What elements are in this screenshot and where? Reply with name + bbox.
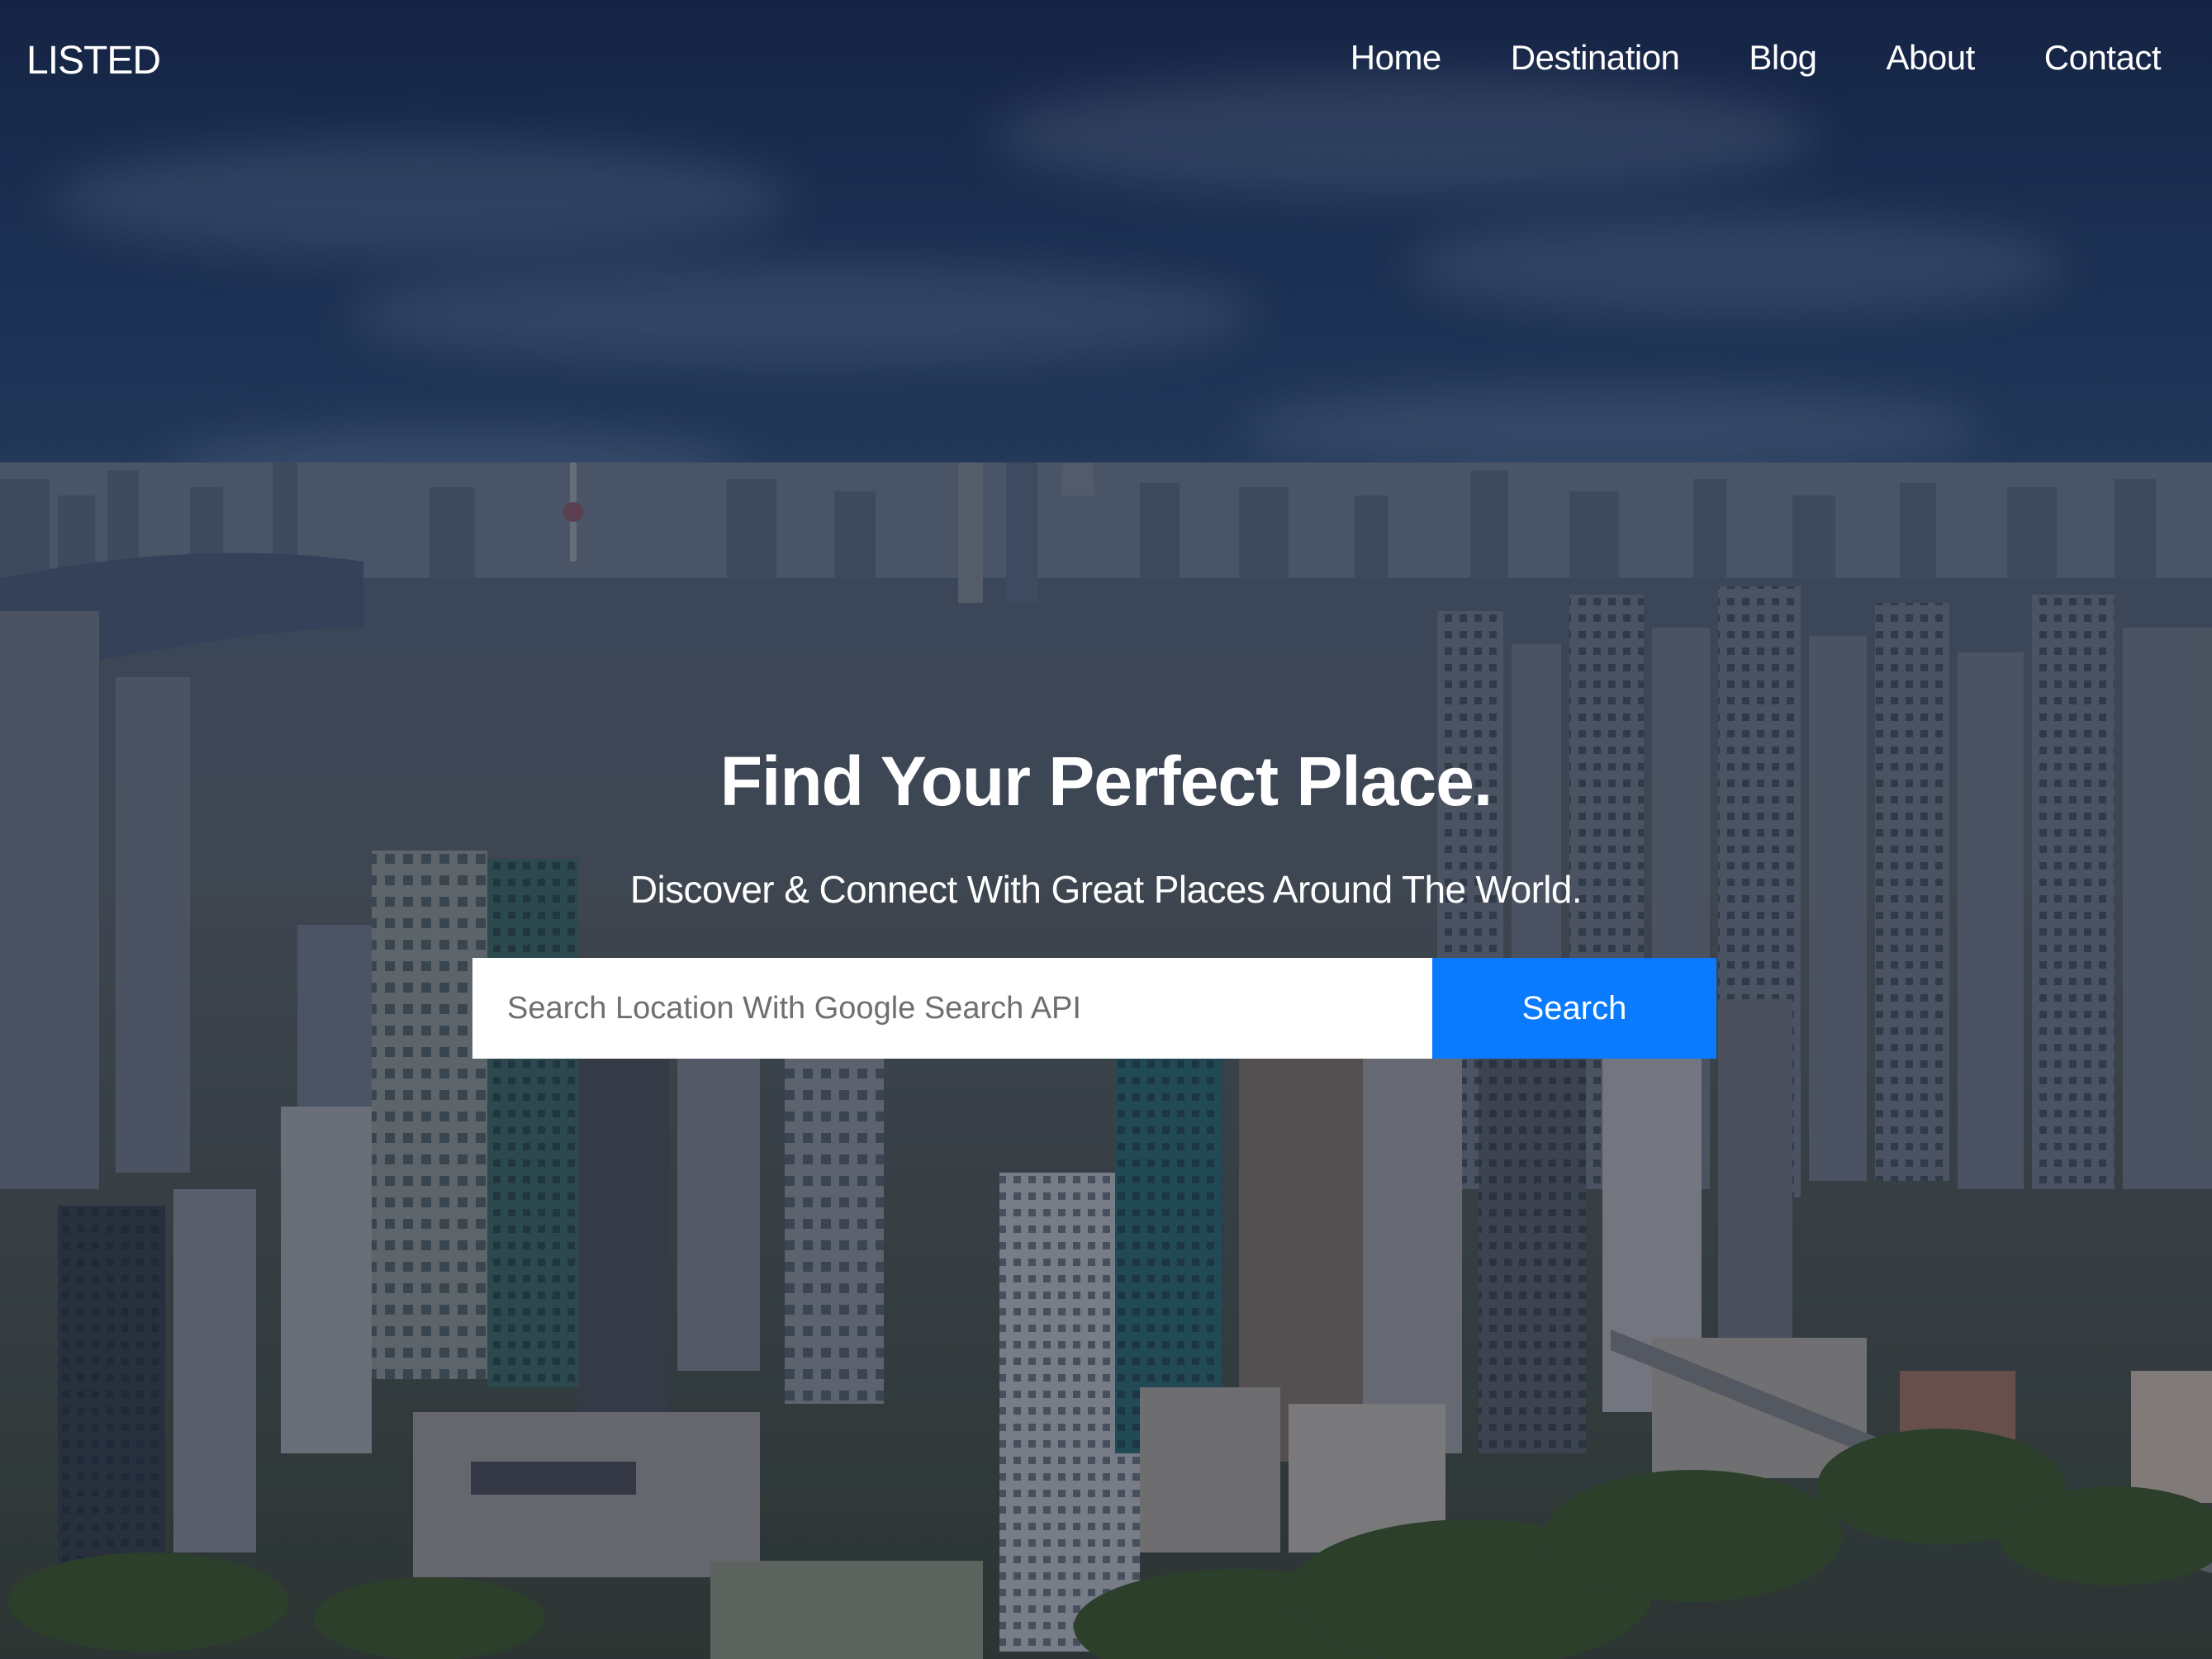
nav-link-destination[interactable]: Destination (1511, 38, 1680, 77)
search-button[interactable]: Search (1432, 958, 1716, 1059)
search-form: Search (472, 958, 1716, 1059)
nav-item-contact: Contact (2044, 38, 2162, 78)
nav-link-contact[interactable]: Contact (2044, 38, 2162, 77)
dark-overlay (0, 0, 2212, 1659)
nav-links: Home Destination Blog About Contact (1350, 38, 2162, 78)
logo[interactable]: LISTED (26, 38, 161, 83)
nav-item-about: About (1886, 38, 1975, 78)
hero-background-image (0, 0, 2212, 1659)
nav-item-home: Home (1350, 38, 1442, 78)
search-input[interactable] (472, 958, 1432, 1059)
nav-item-destination: Destination (1511, 38, 1680, 78)
navbar: LISTED Home Destination Blog About Conta… (0, 0, 2212, 124)
nav-link-home[interactable]: Home (1350, 38, 1442, 77)
hero-title: Find Your Perfect Place. (719, 742, 1493, 820)
nav-link-blog[interactable]: Blog (1749, 38, 1817, 77)
hero-subtitle: Discover & Connect With Great Places Aro… (629, 868, 1583, 911)
nav-item-blog: Blog (1749, 38, 1817, 78)
nav-link-about[interactable]: About (1886, 38, 1975, 77)
